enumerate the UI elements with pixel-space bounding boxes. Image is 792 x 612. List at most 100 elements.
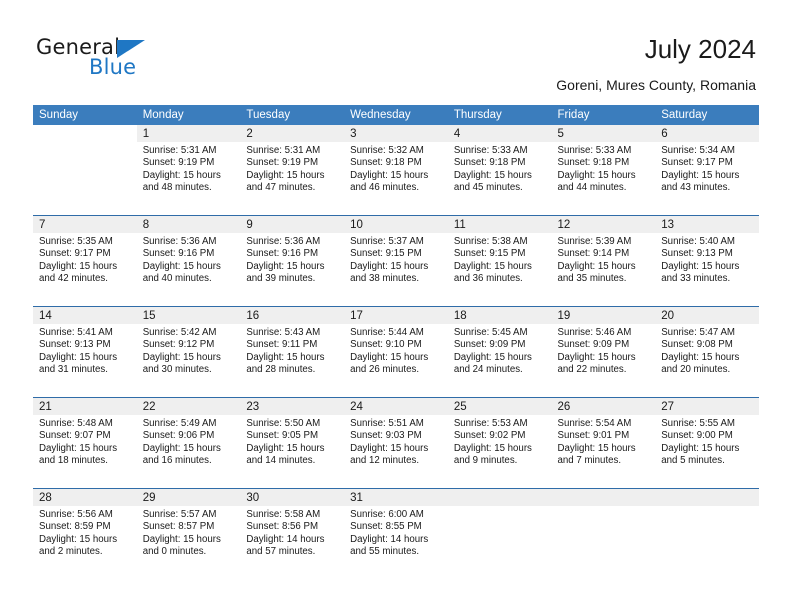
day-details: Sunrise: 5:40 AM Sunset: 9:13 PM Daylight:… [655,233,759,285]
sunset-text: Sunset: 9:16 PM [142,248,215,260]
day-details: Sunrise: 5:49 AM Sunset: 9:06 PM Daylight:… [137,415,241,467]
calendar-day-cell[interactable]: 8 Sunrise: 5:36 AM Sunset: 9:16 PM Daylight… [136,215,241,307]
sunrise-text: Sunrise: 5:41 AM [39,327,113,338]
page-title: July 2024 [644,34,756,64]
day-details: Sunrise: 5:37 AM Sunset: 9:15 PM Daylight:… [344,233,448,285]
day-details: Sunrise: 5:41 AM Sunset: 9:13 PM Daylight:… [33,324,137,376]
sunrise-text: Sunrise: 6:00 AM [350,509,424,520]
calendar-empty-cell [33,125,137,216]
sunrise-text: Sunrise: 5:45 AM [453,327,528,338]
day-details: Sunrise: 5:44 AM Sunset: 9:10 PM Daylight:… [344,324,448,376]
day-cell-inner: 20 Sunrise: 5:47 AM Sunset: 9:08 PM Dayligh… [655,307,759,397]
calendar-body: 1 Sunrise: 5:31 AM Sunset: 9:19 PM Daylight… [33,125,759,579]
day-cell-inner: 9 Sunrise: 5:36 AM Sunset: 9:16 PM Daylight… [240,216,345,306]
day-details: Sunrise: 5:31 AM Sunset: 9:19 PM Daylight:… [137,142,241,194]
calendar-day-cell[interactable]: 3 Sunrise: 5:32 AM Sunset: 9:18 PM Daylight… [344,125,448,216]
calendar-page: General Blue July 2024 Goreni, Mures Cou… [0,0,792,612]
daylight-text: Daylight: 15 hours and 46 minutes. [350,169,429,193]
day-cell-inner [551,489,656,579]
daylight-text: Daylight: 15 hours and 14 minutes. [246,442,325,466]
sunset-text: Sunset: 9:14 PM [557,248,630,260]
daylight-text: Daylight: 15 hours and 12 minutes. [350,442,429,466]
sunset-text: Sunset: 8:57 PM [142,521,215,533]
calendar-day-cell[interactable]: 10 Sunrise: 5:37 AM Sunset: 9:15 PM Dayligh… [344,215,448,307]
sunset-text: Sunset: 9:08 PM [661,339,733,351]
sunrise-text: Sunrise: 5:58 AM [246,509,321,520]
calendar-day-cell[interactable]: 15 Sunrise: 5:42 AM Sunset: 9:12 PM Dayligh… [136,306,241,398]
day-cell-inner [33,125,137,215]
sunset-text: Sunset: 9:12 PM [142,339,215,351]
calendar-day-cell[interactable]: 13 Sunrise: 5:40 AM Sunset: 9:13 PM Dayligh… [655,215,759,307]
day-number: 21 [33,398,137,415]
calendar-day-cell[interactable]: 23 Sunrise: 5:50 AM Sunset: 9:05 PM Dayligh… [240,397,345,489]
calendar-day-cell[interactable]: 20 Sunrise: 5:47 AM Sunset: 9:08 PM Dayligh… [655,306,759,398]
day-number: 12 [551,216,656,233]
sunrise-text: Sunrise: 5:32 AM [350,145,424,156]
calendar-day-cell[interactable]: 22 Sunrise: 5:49 AM Sunset: 9:06 PM Dayligh… [136,397,241,489]
day-cell-inner: 3 Sunrise: 5:32 AM Sunset: 9:18 PM Daylight… [344,125,448,215]
day-number: 23 [240,398,345,415]
sunset-text: Sunset: 9:18 PM [453,157,526,169]
calendar-day-cell[interactable]: 12 Sunrise: 5:39 AM Sunset: 9:14 PM Dayligh… [551,215,656,307]
day-number: 8 [136,216,241,233]
day-number: 13 [655,216,759,233]
day-number: 5 [551,125,656,142]
day-number: 15 [136,307,241,324]
day-details: Sunrise: 5:58 AM Sunset: 8:56 PM Daylight:… [240,506,344,558]
daylight-text: Daylight: 15 hours and 22 minutes. [557,351,636,375]
calendar-day-cell[interactable]: 11 Sunrise: 5:38 AM Sunset: 9:15 PM Dayligh… [447,215,552,307]
calendar-day-cell[interactable]: 27 Sunrise: 5:55 AM Sunset: 9:00 PM Dayligh… [655,397,759,489]
calendar-day-cell[interactable]: 4 Sunrise: 5:33 AM Sunset: 9:18 PM Daylight… [447,125,552,216]
calendar-empty-cell [447,488,552,579]
sunrise-text: Sunrise: 5:47 AM [661,327,735,338]
day-number: 27 [655,398,759,415]
sunset-text: Sunset: 9:05 PM [246,430,319,442]
calendar-day-cell[interactable]: 1 Sunrise: 5:31 AM Sunset: 9:19 PM Daylight… [136,125,241,216]
day-cell-inner: 11 Sunrise: 5:38 AM Sunset: 9:15 PM Dayligh… [447,216,552,306]
calendar-day-cell[interactable]: 31 Sunrise: 6:00 AM Sunset: 8:55 PM Dayligh… [344,488,448,579]
day-cell-inner: 12 Sunrise: 5:39 AM Sunset: 9:14 PM Dayligh… [551,216,656,306]
calendar-day-cell[interactable]: 7 Sunrise: 5:35 AM Sunset: 9:17 PM Daylight… [33,215,137,307]
sunset-text: Sunset: 8:56 PM [246,521,319,533]
calendar-day-cell[interactable]: 18 Sunrise: 5:45 AM Sunset: 9:09 PM Dayligh… [447,306,552,398]
calendar-day-cell[interactable]: 25 Sunrise: 5:53 AM Sunset: 9:02 PM Dayligh… [447,397,552,489]
day-cell-inner: 27 Sunrise: 5:55 AM Sunset: 9:00 PM Dayligh… [655,398,759,488]
calendar-day-cell[interactable]: 14 Sunrise: 5:41 AM Sunset: 9:13 PM Dayligh… [33,306,137,398]
calendar-empty-cell [655,488,759,579]
day-cell-inner: 29 Sunrise: 5:57 AM Sunset: 8:57 PM Dayligh… [136,489,241,579]
calendar-day-cell[interactable]: 16 Sunrise: 5:43 AM Sunset: 9:11 PM Dayligh… [240,306,345,398]
calendar-day-cell[interactable]: 6 Sunrise: 5:34 AM Sunset: 9:17 PM Daylight… [655,125,759,216]
calendar-day-cell[interactable]: 2 Sunrise: 5:31 AM Sunset: 9:19 PM Daylight… [240,125,345,216]
calendar-day-cell[interactable]: 30 Sunrise: 5:58 AM Sunset: 8:56 PM Dayligh… [240,488,345,579]
calendar-day-cell[interactable]: 24 Sunrise: 5:51 AM Sunset: 9:03 PM Dayligh… [344,397,448,489]
sunrise-text: Sunrise: 5:39 AM [557,236,632,247]
calendar-day-cell[interactable]: 28 Sunrise: 5:56 AM Sunset: 8:59 PM Dayligh… [33,488,137,579]
calendar-day-cell[interactable]: 9 Sunrise: 5:36 AM Sunset: 9:16 PM Daylight… [240,215,345,307]
day-details: Sunrise: 5:33 AM Sunset: 9:18 PM Daylight:… [552,142,656,194]
calendar-day-cell[interactable]: 17 Sunrise: 5:44 AM Sunset: 9:10 PM Dayligh… [344,306,448,398]
sunrise-text: Sunrise: 5:37 AM [350,236,424,247]
calendar-day-cell[interactable]: 5 Sunrise: 5:33 AM Sunset: 9:18 PM Daylight… [551,125,656,216]
day-cell-inner: 16 Sunrise: 5:43 AM Sunset: 9:11 PM Dayligh… [240,307,345,397]
calendar-day-cell[interactable]: 21 Sunrise: 5:48 AM Sunset: 9:07 PM Dayligh… [33,397,137,489]
day-number: 20 [655,307,759,324]
sunrise-text: Sunrise: 5:31 AM [246,145,321,156]
day-details: Sunrise: 5:43 AM Sunset: 9:11 PM Daylight:… [240,324,344,376]
day-number: 16 [240,307,345,324]
calendar-week-row: 14 Sunrise: 5:41 AM Sunset: 9:13 PM Dayligh… [33,306,759,398]
daylight-text: Daylight: 15 hours and 18 minutes. [39,442,118,466]
calendar-day-cell[interactable]: 26 Sunrise: 5:54 AM Sunset: 9:01 PM Dayligh… [551,397,656,489]
day-cell-inner: 22 Sunrise: 5:49 AM Sunset: 9:06 PM Dayligh… [136,398,241,488]
day-cell-inner: 17 Sunrise: 5:44 AM Sunset: 9:10 PM Dayligh… [344,307,448,397]
day-number: 2 [240,125,345,142]
calendar-day-cell[interactable]: 19 Sunrise: 5:46 AM Sunset: 9:09 PM Dayligh… [551,306,656,398]
daylight-text: Daylight: 15 hours and 47 minutes. [246,169,325,193]
day-details: Sunrise: 5:51 AM Sunset: 9:03 PM Daylight:… [344,415,448,467]
daylight-text: Daylight: 15 hours and 30 minutes. [142,351,221,375]
calendar-day-cell[interactable]: 29 Sunrise: 5:57 AM Sunset: 8:57 PM Dayligh… [136,488,241,579]
daylight-text: Daylight: 15 hours and 43 minutes. [661,169,740,193]
daylight-text: Daylight: 15 hours and 28 minutes. [246,351,325,375]
daylight-text: Daylight: 15 hours and 36 minutes. [453,260,532,284]
brand-logo: General Blue [36,36,236,86]
sunset-text: Sunset: 9:15 PM [453,248,526,260]
